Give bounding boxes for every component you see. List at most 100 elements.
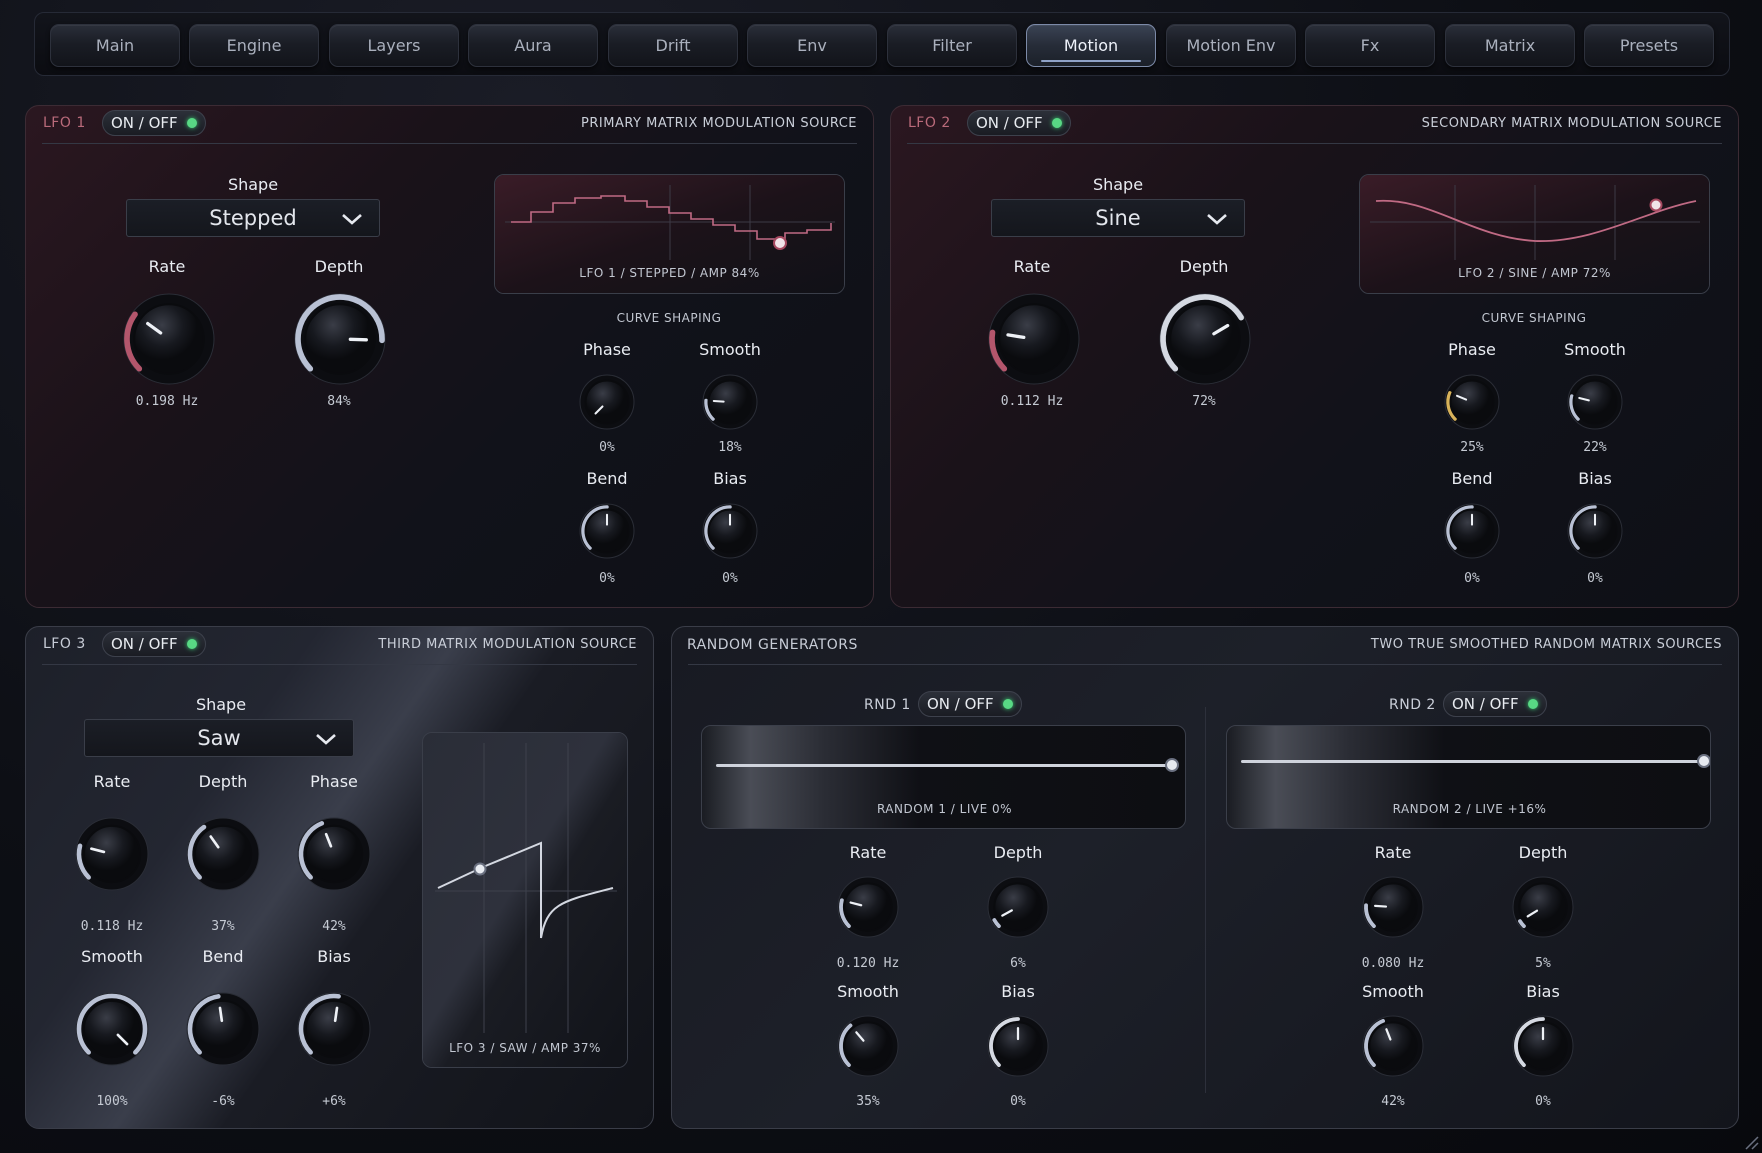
lfo2-bend-knob[interactable] xyxy=(1443,502,1501,560)
depth-value: 5% xyxy=(1535,956,1551,971)
phase-label: Phase xyxy=(583,340,631,359)
rate-value: 0.112 Hz xyxy=(1000,394,1064,409)
lfo1-phase-knob[interactable] xyxy=(578,373,636,431)
bend-label: Bend xyxy=(1451,469,1493,488)
tab-layers[interactable]: Layers xyxy=(329,24,459,67)
tab-presets[interactable]: Presets xyxy=(1584,24,1714,67)
bias-value: 0% xyxy=(722,571,738,586)
tab-motion-env[interactable]: Motion Env xyxy=(1166,24,1296,67)
resize-grip-icon[interactable] xyxy=(1742,1133,1760,1151)
lfo3-shape-select[interactable]: Saw xyxy=(84,719,354,757)
smooth-value: 18% xyxy=(718,440,742,455)
lfo3-toggle[interactable]: ON / OFF xyxy=(102,631,206,657)
smooth-label: Smooth xyxy=(1362,982,1424,1001)
rate-label: Rate xyxy=(849,843,887,862)
lfo2-depth-knob[interactable] xyxy=(1158,292,1252,386)
bias-value: 0% xyxy=(1535,1094,1551,1109)
tab-main[interactable]: Main xyxy=(50,24,180,67)
rnd1-toggle[interactable]: ON / OFF xyxy=(918,691,1022,717)
lfo3-depth-knob[interactable] xyxy=(185,816,261,892)
rate-value: 0.080 Hz xyxy=(1361,956,1425,971)
lfo1-depth-knob[interactable] xyxy=(293,292,387,386)
bias-label: Bias xyxy=(1578,469,1612,488)
lfo3-bend-knob[interactable] xyxy=(185,991,261,1067)
rnd1-rate-knob[interactable] xyxy=(836,875,900,939)
lfo2-toggle[interactable]: ON / OFF xyxy=(967,110,1071,136)
lfo3-scope-caption: LFO 3 / SAW / AMP 37% xyxy=(449,1041,601,1055)
lfo1-title: LFO 1 xyxy=(43,115,86,131)
bend-value: 0% xyxy=(1464,571,1480,586)
depth-value: 72% xyxy=(1192,394,1216,409)
lfo1-toggle[interactable]: ON / OFF xyxy=(102,110,206,136)
toggle-label: ON / OFF xyxy=(1452,695,1519,713)
rnd1-title: RND 1 xyxy=(864,697,911,713)
rnd1-slider-thumb[interactable] xyxy=(1165,758,1179,772)
rnd2-slider-track[interactable] xyxy=(1241,760,1704,763)
tab-matrix[interactable]: Matrix xyxy=(1445,24,1575,67)
lfo1-bias-knob[interactable] xyxy=(701,502,759,560)
rnd2-smooth-knob[interactable] xyxy=(1361,1014,1425,1078)
led-icon xyxy=(187,118,197,128)
tab-env[interactable]: Env xyxy=(747,24,877,67)
rnd2-rate-knob[interactable] xyxy=(1361,875,1425,939)
tab-filter[interactable]: Filter xyxy=(887,24,1017,67)
lfo2-shape-select[interactable]: Sine xyxy=(991,199,1245,237)
divider xyxy=(907,143,1722,144)
lfo2-bias-knob[interactable] xyxy=(1566,502,1624,560)
tab-drift[interactable]: Drift xyxy=(608,24,738,67)
shape-value: Stepped xyxy=(209,206,297,230)
bias-label: Bias xyxy=(1001,982,1035,1001)
lfo3-bias-knob[interactable] xyxy=(296,991,372,1067)
lfo3-panel: LFO 3 ON / OFF THIRD MATRIX MODULATION S… xyxy=(25,626,654,1129)
led-icon xyxy=(1528,699,1538,709)
lfo3-phase-knob[interactable] xyxy=(296,816,372,892)
smooth-value: 35% xyxy=(856,1094,880,1109)
curve-shaping-title: CURVE SHAPING xyxy=(1481,311,1587,325)
bias-value: +6% xyxy=(322,1094,346,1109)
smooth-label: Smooth xyxy=(1564,340,1626,359)
lfo3-smooth-knob[interactable] xyxy=(74,991,150,1067)
rnd1-slider-track[interactable] xyxy=(716,764,1172,767)
lfo3-rate-knob[interactable] xyxy=(74,816,150,892)
lfo1-bend-knob[interactable] xyxy=(578,502,636,560)
bias-value: 0% xyxy=(1010,1094,1026,1109)
phase-label: Phase xyxy=(1448,340,1496,359)
rnd2-slider-thumb[interactable] xyxy=(1697,754,1710,768)
depth-label: Depth xyxy=(314,257,364,276)
lfo2-rate-knob[interactable] xyxy=(987,292,1081,386)
rnd1-depth-knob[interactable] xyxy=(986,875,1050,939)
lfo2-phase-knob[interactable] xyxy=(1443,373,1501,431)
rnd2-bias-knob[interactable] xyxy=(1511,1014,1575,1078)
lfo2-panel: LFO 2 ON / OFF SECONDARY MATRIX MODULATI… xyxy=(890,105,1739,608)
smooth-value: 22% xyxy=(1583,440,1607,455)
rnd2-depth-knob[interactable] xyxy=(1511,875,1575,939)
rnd1-smooth-knob[interactable] xyxy=(836,1014,900,1078)
random-title: RANDOM GENERATORS xyxy=(687,637,858,653)
rnd2-caption: RANDOM 2 / LIVE +16% xyxy=(1392,802,1547,816)
bend-label: Bend xyxy=(586,469,628,488)
tab-aura[interactable]: Aura xyxy=(468,24,598,67)
tab-engine[interactable]: Engine xyxy=(189,24,319,67)
rate-value: 0.198 Hz xyxy=(135,394,199,409)
lfo2-smooth-knob[interactable] xyxy=(1566,373,1624,431)
rate-label: Rate xyxy=(148,257,186,276)
toggle-label: ON / OFF xyxy=(976,114,1043,132)
tab-motion[interactable]: Motion xyxy=(1026,24,1156,67)
curve-shaping-title: CURVE SHAPING xyxy=(616,311,722,325)
depth-value: 6% xyxy=(1010,956,1026,971)
lfo1-smooth-knob[interactable] xyxy=(701,373,759,431)
chevron-down-icon xyxy=(342,214,362,225)
rnd2-toggle[interactable]: ON / OFF xyxy=(1443,691,1547,717)
lfo2-description: SECONDARY MATRIX MODULATION SOURCE xyxy=(1421,116,1722,131)
rnd1-caption: RANDOM 1 / LIVE 0% xyxy=(876,802,1013,816)
lfo1-shape-select[interactable]: Stepped xyxy=(126,199,380,237)
lfo1-rate-knob[interactable] xyxy=(122,292,216,386)
tab-fx[interactable]: Fx xyxy=(1305,24,1435,67)
rnd1-bias-knob[interactable] xyxy=(986,1014,1050,1078)
lfo2-title: LFO 2 xyxy=(908,115,951,131)
lfo3-waveform-display xyxy=(422,732,628,1068)
bias-label: Bias xyxy=(713,469,747,488)
divider xyxy=(42,664,637,665)
chevron-down-icon xyxy=(316,734,336,745)
toggle-label: ON / OFF xyxy=(111,635,178,653)
